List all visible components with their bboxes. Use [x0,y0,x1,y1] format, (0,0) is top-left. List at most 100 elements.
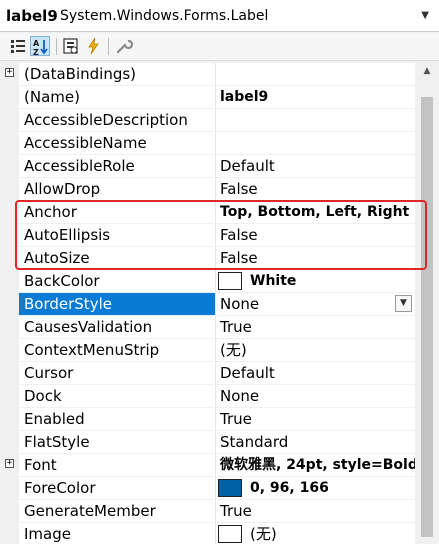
properties-icon[interactable] [61,36,81,56]
categorized-icon[interactable] [8,36,28,56]
row-gutter [0,339,19,362]
object-selector[interactable]: label9 System.Windows.Forms.Label ▼ [0,0,439,32]
row-gutter [0,431,19,454]
row-gutter [0,109,19,132]
property-name[interactable]: Enabled [19,408,216,430]
svg-text:Z: Z [33,48,39,57]
property-value[interactable] [217,109,415,131]
property-value[interactable]: None [217,385,415,407]
row-gutter [0,224,19,247]
property-row[interactable]: AllowDrop False [0,178,415,201]
property-value[interactable]: False [217,224,415,246]
expand-icon[interactable]: + [5,459,14,468]
property-name[interactable]: AutoEllipsis [19,224,216,246]
property-value[interactable]: Default [217,155,415,177]
property-value[interactable]: Top, Bottom, Left, Right [217,201,415,223]
property-pages-icon[interactable] [114,36,134,56]
chevron-down-icon[interactable]: ▼ [395,295,412,312]
events-icon[interactable] [84,36,104,56]
row-gutter [0,500,19,523]
property-name[interactable]: CausesValidation [19,316,216,338]
property-value-text: Top, Bottom, Left, Right [220,204,410,220]
property-row[interactable]: Image (无) [0,523,415,544]
property-value[interactable]: Default [217,362,415,384]
property-value[interactable]: 0, 96, 166 [217,477,415,499]
property-name[interactable]: (DataBindings) [19,63,216,85]
property-row[interactable]: Anchor Top, Bottom, Left, Right [0,201,415,224]
row-gutter [0,247,19,270]
property-value[interactable]: label9 [217,86,415,108]
scroll-up-icon[interactable]: ▲ [415,63,439,80]
vertical-scrollbar[interactable]: ▲ [415,63,439,544]
property-name[interactable]: Cursor [19,362,216,384]
property-name[interactable]: AccessibleDescription [19,109,216,131]
property-value[interactable]: 微软雅黑, 24pt, style=Bold [217,454,415,476]
property-value[interactable] [217,132,415,154]
property-value-text: False [220,180,258,198]
property-name[interactable]: Font [19,454,216,476]
row-gutter [0,201,19,224]
property-name[interactable]: ForeColor [19,477,216,499]
property-row[interactable]: AutoEllipsis False [0,224,415,247]
property-row[interactable]: BorderStyle None ▼ [0,293,415,316]
property-value[interactable]: True [217,316,415,338]
property-value[interactable]: False [217,178,415,200]
property-value-text: None [220,295,260,313]
property-row[interactable]: AccessibleName [0,132,415,155]
property-value[interactable]: True [217,408,415,430]
property-row[interactable]: ForeColor 0, 96, 166 [0,477,415,500]
alphabetical-icon[interactable]: A Z [30,36,50,57]
svg-text:A: A [33,39,40,48]
property-name[interactable]: FlatStyle [19,431,216,453]
property-name[interactable]: AccessibleName [19,132,216,154]
property-value[interactable]: False [217,247,415,269]
property-row[interactable]: (Name) label9 [0,86,415,109]
property-value[interactable]: Standard [217,431,415,453]
property-row[interactable]: AccessibleRole Default [0,155,415,178]
property-value-text: 0, 96, 166 [250,480,329,496]
property-name[interactable]: AccessibleRole [19,155,216,177]
property-row[interactable]: + Font 微软雅黑, 24pt, style=Bold [0,454,415,477]
property-value[interactable]: (无) [217,523,415,544]
property-row[interactable]: + (DataBindings) [0,63,415,86]
property-name[interactable]: (Name) [19,86,216,108]
color-swatch [218,479,242,497]
property-value[interactable]: True [217,500,415,522]
property-row[interactable]: Cursor Default [0,362,415,385]
property-name[interactable]: AllowDrop [19,178,216,200]
chevron-down-icon[interactable]: ▼ [421,10,429,21]
property-value-text: White [250,273,297,289]
property-name[interactable]: BorderStyle [19,293,216,315]
color-swatch [218,272,242,290]
property-value-text: Default [220,157,275,175]
property-row[interactable]: BackColor White [0,270,415,293]
scroll-thumb[interactable] [421,97,433,537]
property-value[interactable]: (无) [217,339,415,361]
property-row[interactable]: Dock None [0,385,415,408]
property-row[interactable]: Enabled True [0,408,415,431]
property-name[interactable]: AutoSize [19,247,216,269]
row-gutter: + [0,454,19,477]
property-value-text: False [220,226,258,244]
property-grid: + (DataBindings) (Name) label9 AccessibleDes… [0,63,415,544]
expand-icon[interactable]: + [5,68,14,77]
property-row[interactable]: FlatStyle Standard [0,431,415,454]
property-name[interactable]: GenerateMember [19,500,216,522]
property-value[interactable] [217,63,415,85]
property-value[interactable]: White [217,270,415,292]
property-row[interactable]: AutoSize False [0,247,415,270]
property-name[interactable]: Image [19,523,216,544]
property-name[interactable]: BackColor [19,270,216,292]
property-row[interactable]: GenerateMember True [0,500,415,523]
row-gutter [0,293,19,316]
property-value-text: True [220,502,252,520]
property-row[interactable]: CausesValidation True [0,316,415,339]
row-gutter [0,385,19,408]
property-name[interactable]: ContextMenuStrip [19,339,216,361]
property-name[interactable]: Dock [19,385,216,407]
property-row[interactable]: AccessibleDescription [0,109,415,132]
property-row[interactable]: ContextMenuStrip (无) [0,339,415,362]
property-value[interactable]: None ▼ [217,293,415,315]
property-name[interactable]: Anchor [19,201,216,223]
row-gutter [0,155,19,178]
